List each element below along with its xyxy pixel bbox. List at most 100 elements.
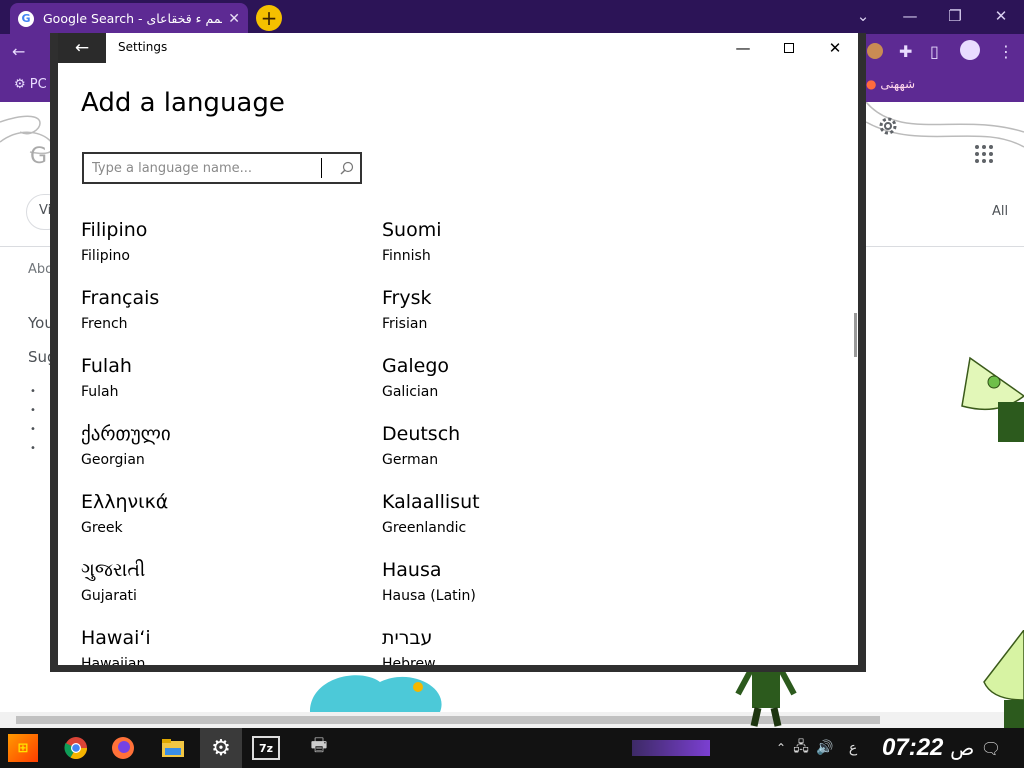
language-search-box[interactable] — [82, 152, 362, 184]
clock-ampm: ص — [950, 738, 975, 760]
blue-doodle-figure — [310, 675, 442, 712]
language-item-fulah[interactable]: Fulah Fulah — [81, 355, 361, 415]
vertical-scrollbar[interactable] — [854, 313, 857, 357]
language-english-name: Gujarati — [81, 588, 137, 604]
firefox-icon — [112, 737, 134, 759]
language-english-name: Hausa (Latin) — [382, 588, 476, 604]
extensions-icon[interactable]: ✚ — [899, 42, 912, 61]
bookmark-left[interactable]: ⚙ PC — [14, 77, 47, 92]
language-item-finnish[interactable]: Suomi Finnish — [382, 219, 662, 279]
page-heading: Add a language — [81, 88, 285, 118]
minimize-icon: — — [735, 39, 751, 57]
taskbar-decoration — [632, 740, 710, 756]
language-native-name: Frysk — [382, 287, 432, 309]
language-item-french[interactable]: Français French — [81, 287, 361, 347]
language-item-frisian[interactable]: Frysk Frisian — [382, 287, 662, 347]
7zip-label: 7z — [258, 741, 274, 755]
file-explorer-taskbar-button[interactable] — [158, 734, 188, 762]
windows-logo-icon: ⊞ — [17, 740, 29, 756]
language-item-galician[interactable]: Galego Galician — [382, 355, 662, 415]
taskbar-clock[interactable]: 07:22 ص — [882, 734, 975, 762]
new-tab-button[interactable]: + — [256, 5, 282, 31]
search-icon[interactable] — [338, 160, 356, 178]
browser-close-icon[interactable]: ✕ — [986, 5, 1016, 27]
profile-avatar[interactable] — [867, 43, 883, 59]
back-arrow-icon: ← — [74, 38, 90, 58]
bookmark-right-label: شههتى — [880, 77, 916, 91]
reddit-icon: ● — [866, 77, 877, 91]
language-native-name: Hawaiʻi — [81, 627, 151, 649]
account-avatar-icon[interactable] — [960, 40, 980, 60]
language-item-greenlandic[interactable]: Kalaallisut Greenlandic — [382, 491, 662, 551]
settings-content: ← Settings — ✕ Add a language Filipino F… — [58, 33, 858, 665]
plus-icon: + — [260, 6, 278, 30]
bookmark-right[interactable]: ● شههتى — [866, 77, 915, 91]
language-search-input[interactable] — [92, 158, 317, 178]
language-item-hebrew[interactable]: עברית Hebrew — [382, 627, 662, 665]
language-native-name: Galego — [382, 355, 450, 377]
input-language-indicator[interactable]: ع — [838, 734, 868, 762]
close-icon: ✕ — [828, 39, 842, 57]
language-item-filipino[interactable]: Filipino Filipino — [81, 219, 361, 279]
language-english-name: Frisian — [382, 316, 428, 332]
gear-icon[interactable] — [876, 114, 900, 138]
text-caret — [321, 158, 322, 178]
horizontal-scrollbar[interactable] — [0, 712, 1024, 728]
settings-icon: ⚙ — [211, 735, 231, 761]
chrome-taskbar-button[interactable] — [61, 734, 91, 762]
tab-close-icon[interactable]: ✕ — [228, 11, 240, 27]
language-native-name: Fulah — [81, 355, 132, 377]
language-english-name: Greek — [81, 520, 123, 536]
peridot-character-figure-right — [961, 356, 1024, 442]
language-english-name: Galician — [382, 384, 439, 400]
settings-titlebar: ← Settings — ✕ — [58, 33, 858, 63]
browser-tabstrip: G Google Search - عمم ء قخقاعاى ✕ + ⌄ — … — [0, 0, 1024, 34]
language-native-name: Deutsch — [382, 423, 461, 445]
start-button[interactable]: ⊞ — [8, 734, 38, 762]
back-button[interactable]: ← — [58, 33, 106, 63]
browser-restore-icon[interactable]: ❐ — [940, 5, 970, 27]
all-tab[interactable]: All — [992, 204, 1008, 219]
language-native-name: Français — [81, 287, 160, 309]
menu-kebab-icon[interactable]: ⋮ — [998, 42, 1014, 61]
language-native-name: Hausa — [382, 559, 442, 581]
language-item-gujarati[interactable]: ગુજરાતી Gujarati — [81, 559, 361, 619]
firefox-taskbar-button[interactable] — [108, 734, 138, 762]
language-native-name: Filipino — [81, 219, 148, 241]
settings-taskbar-button[interactable]: ⚙ — [200, 728, 242, 768]
bullet-list: • • • • — [30, 386, 36, 454]
maximize-icon — [784, 43, 794, 53]
language-item-hausa[interactable]: Hausa Hausa (Latin) — [382, 559, 662, 619]
language-english-name: French — [81, 316, 128, 332]
notification-icon[interactable]: 🗨 — [976, 734, 1006, 762]
language-item-hawaiian[interactable]: Hawaiʻi Hawaiian — [81, 627, 361, 665]
browser-tab-title: Google Search - عمم ء قخقاعاى — [43, 11, 223, 26]
browser-back-icon[interactable]: ← — [12, 42, 25, 61]
language-item-greek[interactable]: Ελληνικά Greek — [81, 491, 361, 551]
maximize-button[interactable] — [766, 33, 812, 63]
taskbar: ⊞ ⚙ 7z 🖶 ⌃ 🖧 🔊 ع 🗨 — [0, 728, 1024, 768]
language-english-name: Fulah — [81, 384, 119, 400]
folder-icon — [162, 739, 184, 757]
printer-taskbar-button[interactable]: 🖶 — [304, 734, 334, 762]
language-native-name: Ελληνικά — [81, 491, 169, 513]
7zip-taskbar-button[interactable]: 7z — [252, 736, 280, 760]
browser-tab[interactable]: G Google Search - عمم ء قخقاعاى ✕ — [10, 3, 248, 34]
close-button[interactable]: ✕ — [812, 33, 858, 63]
language-item-german[interactable]: Deutsch German — [382, 423, 662, 483]
side-panel-icon[interactable]: ▯ — [930, 42, 939, 61]
volume-icon[interactable]: 🔊 — [810, 734, 840, 762]
window-title: Settings — [118, 40, 168, 54]
language-native-name: ქართული — [81, 423, 171, 445]
chrome-icon — [64, 737, 87, 759]
language-native-name: Kalaallisut — [382, 491, 480, 513]
language-item-georgian[interactable]: ქართული Georgian — [81, 423, 361, 483]
clock-time: 07:22 — [882, 734, 944, 761]
minimize-button[interactable]: — — [720, 33, 766, 63]
browser-minimize-icon[interactable]: — — [895, 5, 925, 27]
language-english-name: Finnish — [382, 248, 431, 264]
google-logo-fragment: G — [30, 144, 48, 169]
tab-search-icon[interactable]: ⌄ — [848, 5, 878, 27]
apps-grid-icon[interactable] — [974, 144, 994, 164]
language-native-name: Suomi — [382, 219, 442, 241]
